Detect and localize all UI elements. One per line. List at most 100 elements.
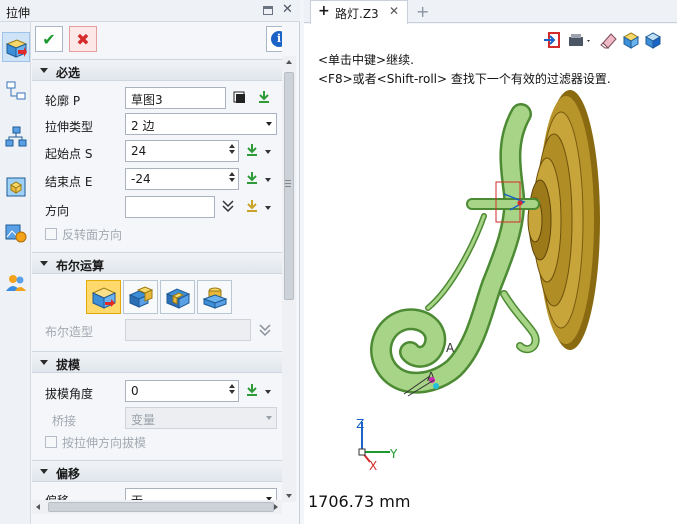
chevron-down-icon bbox=[266, 416, 272, 420]
close-panel-icon[interactable]: ✕ bbox=[282, 2, 293, 17]
bridge-value: 变量 bbox=[131, 413, 156, 427]
section-draft-header[interactable]: 拔模 bbox=[32, 351, 282, 373]
collapse-triangle-icon bbox=[40, 360, 48, 365]
rail-user-button[interactable] bbox=[2, 268, 30, 298]
offset-select[interactable]: 无 bbox=[125, 488, 277, 500]
draft-angle-spinner[interactable] bbox=[227, 382, 237, 400]
profile-label: 轮廓 P bbox=[45, 94, 81, 108]
shaded-cube-icon[interactable] bbox=[622, 31, 640, 49]
close-tab-icon[interactable]: ✕ bbox=[389, 4, 399, 18]
direction-input[interactable] bbox=[125, 196, 215, 218]
axis-y-label: Y bbox=[389, 447, 398, 461]
scroll-right-icon[interactable] bbox=[274, 504, 278, 510]
section-offset-header[interactable]: 偏移 bbox=[32, 460, 282, 482]
pin-icon[interactable] bbox=[263, 6, 273, 15]
offset-label: 偏移 bbox=[45, 492, 69, 500]
draft-angle-label: 拔模角度 bbox=[45, 387, 94, 401]
document-tab-name: 路灯.Z3 bbox=[335, 7, 379, 21]
end-options-icon[interactable] bbox=[265, 178, 271, 182]
boolean-intersect-button[interactable] bbox=[197, 280, 232, 314]
panel-vertical-scrollbar[interactable] bbox=[282, 56, 296, 502]
eraser-icon[interactable] bbox=[600, 31, 618, 49]
bridge-select[interactable]: 变量 bbox=[125, 407, 277, 429]
modified-plus-icon: + bbox=[318, 3, 330, 19]
boolean-shape-field[interactable] bbox=[125, 319, 251, 341]
exit-icon[interactable] bbox=[543, 31, 561, 49]
section-required-title: 必选 bbox=[56, 66, 81, 80]
scroll-up-icon[interactable] bbox=[286, 60, 292, 64]
section-offset-title: 偏移 bbox=[56, 467, 81, 481]
side-rail bbox=[0, 22, 31, 524]
point-marker bbox=[433, 383, 439, 389]
start-point-label: 起始点 S bbox=[45, 147, 93, 161]
rail-extrude-button[interactable] bbox=[2, 32, 30, 62]
rail-render-button[interactable] bbox=[2, 218, 30, 248]
ok-button[interactable]: ✔ bbox=[35, 26, 63, 52]
users-icon bbox=[6, 275, 26, 291]
info-icon: i bbox=[271, 31, 282, 47]
sketch-edit-icon[interactable] bbox=[233, 91, 247, 105]
scroll-down-icon[interactable] bbox=[286, 494, 292, 498]
new-tab-icon[interactable]: + bbox=[416, 2, 429, 21]
direction-label: 方向 bbox=[45, 204, 70, 218]
document-tab[interactable]: + 路灯.Z3 ✕ bbox=[310, 0, 408, 24]
h-scroll-thumb[interactable] bbox=[48, 502, 274, 512]
scroll-left-icon[interactable] bbox=[36, 504, 40, 510]
double-chevron-down-icon[interactable] bbox=[221, 199, 235, 213]
view-cube-icon[interactable] bbox=[644, 31, 662, 49]
end-spinner[interactable] bbox=[227, 170, 237, 188]
profile-field[interactable]: 草图3 bbox=[125, 87, 226, 109]
draft-angle-input[interactable]: 0 bbox=[125, 380, 239, 402]
reverse-face-checkbox[interactable] bbox=[45, 228, 57, 240]
section-boolean-title: 布尔运算 bbox=[56, 259, 105, 273]
draft-options-icon[interactable] bbox=[265, 390, 271, 394]
lamp-model[interactable]: A A bbox=[364, 84, 664, 444]
boolean-base-button[interactable] bbox=[86, 280, 121, 314]
scroll-thumb[interactable] bbox=[284, 72, 294, 300]
axis-x-label: X bbox=[369, 459, 377, 473]
3d-viewport[interactable]: <单击中键>继续. <F8>或者<Shift-roll> 查找下一个有效的过滤器… bbox=[304, 24, 677, 524]
app-window: 拉伸 ✕ ✔ ✖ i 必选 轮廓 P 草图3 拉伸类型 2 边 起始点 S 24… bbox=[0, 0, 677, 524]
pick-arrow-icon[interactable] bbox=[257, 90, 271, 104]
render-mode-icon[interactable] bbox=[567, 31, 593, 49]
draft-by-direction-checkbox[interactable] bbox=[45, 436, 57, 448]
start-point-input[interactable]: 24 bbox=[125, 140, 239, 162]
bridge-label: 桥接 bbox=[52, 414, 77, 428]
extrude-type-select[interactable]: 2 边 bbox=[125, 113, 277, 135]
assembly-tree-icon bbox=[5, 126, 27, 147]
boolean-add-button[interactable] bbox=[123, 280, 158, 314]
start-options-icon[interactable] bbox=[265, 150, 271, 154]
section-boolean-header[interactable]: 布尔运算 bbox=[32, 252, 282, 274]
extrude-panel: 拉伸 ✕ ✔ ✖ i 必选 轮廓 P 草图3 拉伸类型 2 边 起始点 S 24… bbox=[0, 0, 300, 524]
info-button[interactable]: i bbox=[266, 26, 282, 52]
extrude-form: ✔ ✖ i 必选 轮廓 P 草图3 拉伸类型 2 边 起始点 S 24 结束点 … bbox=[32, 22, 282, 500]
check-icon: ✔ bbox=[42, 29, 56, 49]
end-point-input[interactable]: -24 bbox=[125, 168, 239, 190]
direction-options-icon[interactable] bbox=[265, 206, 271, 210]
double-chevron-down-icon[interactable] bbox=[258, 323, 272, 337]
chevron-down-icon bbox=[266, 122, 272, 126]
bronze-wall-plate bbox=[527, 90, 600, 350]
draft-angle-value: 0 bbox=[131, 384, 139, 398]
direction-pick-icon[interactable] bbox=[245, 199, 259, 213]
rail-history-button[interactable] bbox=[2, 76, 30, 106]
section-required-header[interactable]: 必选 bbox=[32, 59, 282, 81]
start-spinner[interactable] bbox=[227, 142, 237, 160]
axis-z-label: Z bbox=[356, 417, 364, 431]
grip-icon bbox=[285, 180, 291, 181]
draft-pick-icon[interactable] bbox=[245, 383, 259, 397]
boolean-subtract-button[interactable] bbox=[160, 280, 195, 314]
end-point-value: -24 bbox=[131, 172, 151, 186]
panel-horizontal-scrollbar[interactable] bbox=[32, 500, 282, 514]
panel-title: 拉伸 bbox=[6, 6, 31, 20]
end-point-label: 结束点 E bbox=[45, 175, 93, 189]
cancel-button[interactable]: ✖ bbox=[69, 26, 97, 52]
boolean-button-group bbox=[86, 280, 236, 316]
section-draft-title: 拔模 bbox=[56, 358, 81, 372]
start-pick-icon[interactable] bbox=[245, 143, 259, 157]
end-pick-icon[interactable] bbox=[245, 171, 259, 185]
rail-assembly-button[interactable] bbox=[2, 122, 30, 152]
history-tree-icon bbox=[6, 81, 26, 100]
boolean-subtract-icon bbox=[165, 288, 190, 309]
rail-view-button[interactable] bbox=[2, 172, 30, 202]
